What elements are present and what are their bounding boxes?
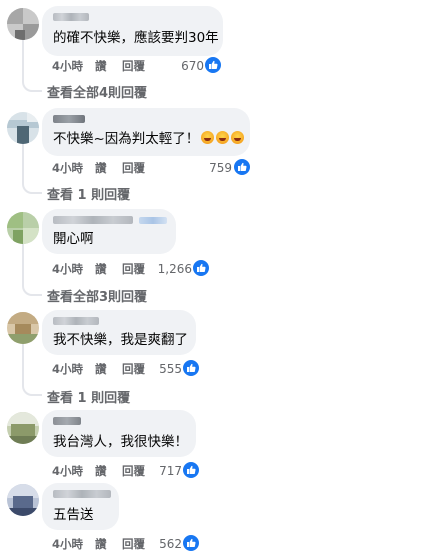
- avatar[interactable]: [7, 8, 39, 40]
- reply-link[interactable]: 回覆: [122, 536, 145, 552]
- reply-connector: [22, 282, 42, 296]
- reaction-count[interactable]: 562: [154, 537, 182, 551]
- avatar[interactable]: [7, 484, 39, 516]
- timestamp[interactable]: 4小時: [52, 463, 83, 479]
- author-name-redacted[interactable]: [53, 115, 85, 123]
- thumbs-up-icon[interactable]: [182, 534, 200, 552]
- thread-line: [22, 244, 24, 286]
- view-replies-link[interactable]: 查看 1 則回覆: [47, 387, 130, 406]
- like-link[interactable]: 讚: [95, 261, 107, 277]
- author-name-redacted[interactable]: [53, 490, 111, 498]
- avatar[interactable]: [7, 312, 39, 344]
- reply-connector: [22, 78, 42, 92]
- like-link[interactable]: 讚: [95, 160, 107, 176]
- thumbs-up-icon[interactable]: [204, 56, 222, 74]
- avatar[interactable]: [7, 112, 39, 144]
- comment-bubble: 我不快樂，我是爽翻了: [42, 310, 196, 355]
- comment-text: 不快樂~因為判太輕了！: [53, 130, 245, 148]
- view-replies-link[interactable]: 查看全部3則回覆: [47, 286, 147, 305]
- reaction-count[interactable]: 1,266: [156, 262, 192, 276]
- comment-bubble: 的確不快樂，應該要判30年: [42, 6, 223, 56]
- reaction-count[interactable]: 670: [176, 59, 204, 73]
- view-replies-link[interactable]: 查看 1 則回覆: [47, 184, 130, 203]
- like-link[interactable]: 讚: [95, 536, 107, 552]
- author-badge-redacted: [139, 217, 167, 224]
- thumbs-up-icon[interactable]: [182, 461, 200, 479]
- reaction-count[interactable]: 717: [154, 464, 182, 478]
- avatar[interactable]: [7, 412, 39, 444]
- reply-link[interactable]: 回覆: [122, 361, 145, 377]
- thread-line: [22, 344, 24, 386]
- avatar[interactable]: [7, 212, 39, 244]
- comment-bubble: 開心啊: [42, 209, 176, 254]
- comment-text: 五告送: [53, 507, 94, 523]
- reply-connector: [22, 180, 42, 194]
- comment-text: 開心啊: [53, 231, 94, 247]
- reply-link[interactable]: 回覆: [122, 160, 145, 176]
- comment-text: 我台灣人，我很快樂！: [53, 434, 188, 450]
- comment-bubble: 我台灣人，我很快樂！: [42, 410, 196, 457]
- thread-line: [22, 38, 24, 82]
- comment-bubble: 五告送: [42, 483, 119, 530]
- reaction-count[interactable]: 759: [205, 161, 232, 175]
- author-name-redacted[interactable]: [53, 417, 81, 425]
- thread-line: [22, 144, 24, 184]
- author-name-redacted[interactable]: [53, 13, 89, 21]
- reaction-count[interactable]: 555: [154, 362, 182, 376]
- comment-bubble: 不快樂~因為判太輕了！: [42, 108, 250, 156]
- author-name-redacted[interactable]: [53, 317, 99, 325]
- comment-text: 我不快樂，我是爽翻了: [53, 332, 188, 348]
- timestamp[interactable]: 4小時: [52, 58, 83, 74]
- timestamp[interactable]: 4小時: [52, 536, 83, 552]
- timestamp[interactable]: 4小時: [52, 261, 83, 277]
- author-name-redacted[interactable]: [53, 216, 133, 224]
- reply-connector: [22, 382, 42, 396]
- like-link[interactable]: 讚: [95, 463, 107, 479]
- timestamp[interactable]: 4小時: [52, 361, 83, 377]
- like-link[interactable]: 讚: [95, 58, 107, 74]
- reply-link[interactable]: 回覆: [122, 463, 145, 479]
- view-replies-link[interactable]: 查看全部4則回覆: [47, 82, 147, 101]
- timestamp[interactable]: 4小時: [52, 160, 83, 176]
- like-link[interactable]: 讚: [95, 361, 107, 377]
- reply-link[interactable]: 回覆: [122, 261, 145, 277]
- laughing-emoji-icon: [231, 131, 245, 144]
- comment-text: 的確不快樂，應該要判30年: [53, 30, 219, 46]
- thumbs-up-icon[interactable]: [233, 158, 251, 176]
- laughing-emoji-icon: [201, 131, 215, 144]
- reply-link[interactable]: 回覆: [122, 58, 145, 74]
- thumbs-up-icon[interactable]: [182, 359, 200, 377]
- laughing-emoji-icon: [216, 131, 230, 144]
- thumbs-up-icon[interactable]: [192, 259, 210, 277]
